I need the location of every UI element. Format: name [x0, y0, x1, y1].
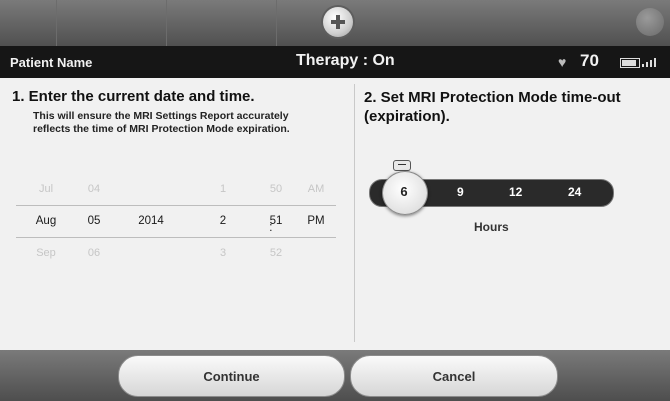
- continue-button[interactable]: Continue: [118, 355, 345, 397]
- timeout-option-12[interactable]: 12: [509, 185, 522, 199]
- ampm-option[interactable]: AM: [286, 173, 346, 205]
- picker-selection-line: [16, 205, 336, 206]
- slider-handle-tab-icon: [393, 160, 411, 171]
- date-time-picker[interactable]: Jul Aug Sep 04 05 06 2014 1 2 3 : 50 51 …: [16, 173, 346, 298]
- panel-divider: [354, 84, 355, 342]
- timeout-selected-value: 6: [400, 184, 408, 199]
- year-wheel[interactable]: 2014: [121, 173, 181, 269]
- timeout-option-24[interactable]: 24: [568, 185, 581, 199]
- step1-title: 1. Enter the current date and time.: [12, 88, 255, 105]
- add-button[interactable]: [323, 7, 353, 37]
- mri-setup-screen: Patient Name Therapy : On ♥ 70 1. Enter …: [0, 0, 670, 401]
- hour-option[interactable]: 3: [193, 237, 253, 269]
- picker-selection-line: [16, 237, 336, 238]
- heart-rate-value: 70: [580, 51, 599, 70]
- ampm-option[interactable]: [286, 237, 346, 269]
- hour-selected[interactable]: 2: [193, 205, 253, 237]
- day-selected[interactable]: 05: [64, 205, 124, 237]
- year-option[interactable]: [121, 173, 181, 205]
- toolbar-segment: [56, 0, 167, 46]
- step2-title: 2. Set MRI Protection Mode time-out (exp…: [364, 89, 621, 125]
- top-toolbar: [0, 0, 670, 46]
- toolbar-segment: [166, 0, 277, 46]
- plus-icon: [331, 15, 345, 29]
- battery-icon: [620, 58, 640, 68]
- toolbar-segment: [0, 0, 57, 46]
- day-option[interactable]: 04: [64, 173, 124, 205]
- timeout-unit-label: Hours: [474, 220, 509, 234]
- manufacturer-logo-icon[interactable]: [636, 8, 664, 36]
- status-bar: Patient Name Therapy : On ♥ 70: [0, 46, 670, 78]
- year-option[interactable]: [121, 237, 181, 269]
- cancel-button[interactable]: Cancel: [350, 355, 558, 397]
- year-selected[interactable]: 2014: [121, 205, 181, 237]
- ampm-wheel[interactable]: AM PM: [286, 173, 346, 269]
- step1-note: This will ensure the MRI Settings Report…: [33, 110, 290, 135]
- ampm-selected[interactable]: PM: [286, 205, 346, 237]
- day-option[interactable]: 06: [64, 237, 124, 269]
- telemetry-signal-icon: [640, 58, 666, 67]
- main-panel: 1. Enter the current date and time. This…: [0, 78, 670, 350]
- hour-wheel[interactable]: 1 2 3: [193, 173, 253, 269]
- hour-option[interactable]: 1: [193, 173, 253, 205]
- heart-icon: ♥: [558, 54, 567, 70]
- timeout-option-9[interactable]: 9: [457, 185, 464, 199]
- day-wheel[interactable]: 04 05 06: [64, 173, 124, 269]
- therapy-status: Therapy : On: [296, 52, 395, 69]
- patient-name[interactable]: Patient Name: [10, 55, 92, 70]
